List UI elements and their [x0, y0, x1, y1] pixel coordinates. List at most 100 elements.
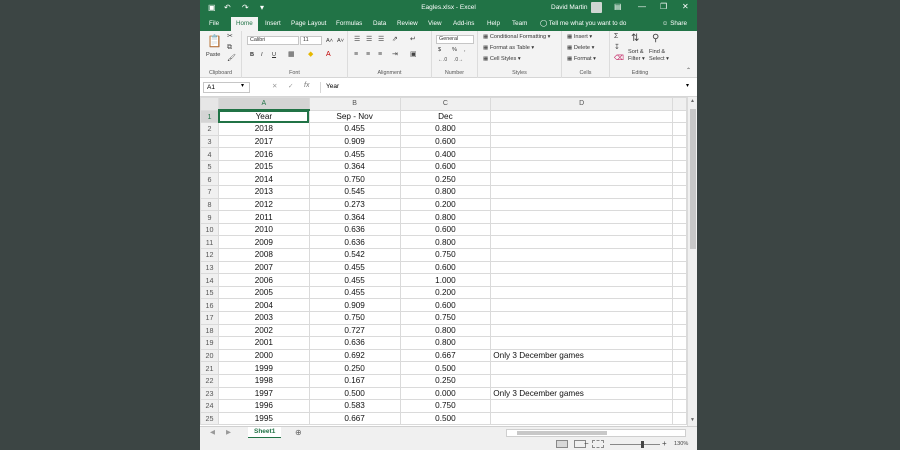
- minimize-icon[interactable]: —: [638, 2, 646, 11]
- column-header-a[interactable]: A: [217, 97, 310, 111]
- row-header[interactable]: 15: [200, 285, 219, 300]
- cell-d[interactable]: [490, 336, 673, 350]
- prev-sheet-icon[interactable]: ◀: [210, 428, 215, 436]
- cell-e[interactable]: [672, 285, 687, 300]
- comma-button[interactable]: ,: [464, 46, 466, 54]
- increase-decimal-icon[interactable]: ←.0: [438, 56, 447, 64]
- row-header[interactable]: 23: [200, 386, 219, 401]
- cell-d[interactable]: [490, 260, 673, 275]
- cell-a[interactable]: 2007: [217, 260, 310, 275]
- wrap-text-icon[interactable]: ↵: [410, 36, 416, 44]
- row-header[interactable]: 24: [200, 399, 219, 413]
- cell-b[interactable]: 0.636: [308, 336, 401, 350]
- cell-d[interactable]: [490, 210, 673, 224]
- fill-color-icon[interactable]: ◆: [308, 51, 313, 59]
- cell-c[interactable]: 0.800: [399, 235, 492, 250]
- align-center-icon[interactable]: ≡: [366, 51, 370, 59]
- add-sheet-button[interactable]: ⊕: [295, 428, 302, 437]
- cell-e[interactable]: [672, 134, 687, 149]
- percent-button[interactable]: %: [452, 46, 457, 54]
- cell-a[interactable]: 2012: [217, 197, 310, 212]
- cell-d[interactable]: Only 3 December games: [490, 348, 673, 363]
- cell-e[interactable]: [672, 210, 687, 224]
- tab-add-ins[interactable]: Add-ins: [453, 20, 474, 27]
- cell-e[interactable]: [672, 323, 687, 338]
- cell-d[interactable]: [490, 411, 673, 426]
- cell-b[interactable]: 0.583: [308, 399, 401, 413]
- cell-c[interactable]: 0.600: [399, 260, 492, 275]
- paste-icon[interactable]: 📋: [207, 35, 222, 48]
- vertical-scroll-thumb[interactable]: [690, 109, 696, 249]
- cell-c[interactable]: 0.200: [399, 197, 492, 212]
- cell-c[interactable]: 0.600: [399, 298, 492, 312]
- cell-d[interactable]: [490, 361, 673, 375]
- borders-icon[interactable]: ▦: [288, 51, 295, 59]
- orientation-icon[interactable]: ⇗: [392, 36, 398, 44]
- cell-a[interactable]: 2002: [217, 323, 310, 338]
- row-header[interactable]: 11: [200, 235, 219, 250]
- column-header-e[interactable]: [672, 97, 687, 111]
- cell-a[interactable]: 2011: [217, 210, 310, 224]
- align-bottom-icon[interactable]: ☰: [378, 36, 384, 44]
- cell-c[interactable]: 0.250: [399, 373, 492, 388]
- cell-b[interactable]: 0.542: [308, 248, 401, 262]
- row-header[interactable]: 7: [200, 185, 219, 199]
- cell-b[interactable]: 0.455: [308, 122, 401, 136]
- row-header[interactable]: 16: [200, 298, 219, 312]
- enter-icon[interactable]: ✓: [288, 82, 293, 90]
- cell-b[interactable]: 0.636: [308, 222, 401, 237]
- row-header[interactable]: 22: [200, 373, 219, 388]
- clear-icon[interactable]: ⌫: [614, 55, 624, 63]
- align-middle-icon[interactable]: ☰: [366, 36, 372, 44]
- zoom-level[interactable]: 130%: [674, 441, 688, 447]
- align-left-icon[interactable]: ≡: [354, 51, 358, 59]
- zoom-in-icon[interactable]: +: [662, 439, 667, 448]
- cell-a[interactable]: 2001: [217, 336, 310, 350]
- cell-e[interactable]: [672, 248, 687, 262]
- scroll-down-icon[interactable]: ▼: [690, 417, 695, 423]
- tab-page-layout[interactable]: Page Layout: [291, 20, 326, 27]
- row-header[interactable]: 8: [200, 197, 219, 212]
- zoom-slider-knob[interactable]: [641, 441, 644, 448]
- spreadsheet-grid[interactable]: A B C D 1 Year Sep - Nov Dec 2 2018 0.455 0.800…: [200, 97, 687, 426]
- cell-b[interactable]: 0.273: [308, 197, 401, 212]
- cell-e[interactable]: [672, 298, 687, 312]
- font-name-select[interactable]: Calibri: [247, 36, 299, 45]
- column-header-b[interactable]: B: [308, 97, 401, 111]
- cell-e[interactable]: [672, 197, 687, 212]
- row-header[interactable]: 1: [200, 109, 219, 124]
- select-all-corner[interactable]: [200, 97, 219, 111]
- cell-b[interactable]: 0.455: [308, 260, 401, 275]
- cell-c[interactable]: 0.400: [399, 147, 492, 161]
- cell-a[interactable]: 1995: [217, 411, 310, 426]
- sort-filter-icon[interactable]: ⇅: [631, 33, 639, 44]
- cell-b[interactable]: 0.909: [308, 134, 401, 149]
- cell-a[interactable]: 2018: [217, 122, 310, 136]
- tab-team[interactable]: Team: [512, 20, 527, 27]
- cell-d[interactable]: [490, 235, 673, 250]
- cell-b[interactable]: 0.455: [308, 147, 401, 161]
- font-size-select[interactable]: 11: [300, 36, 322, 45]
- cell-c[interactable]: 0.250: [399, 172, 492, 187]
- cell-c[interactable]: 0.750: [399, 311, 492, 325]
- cell-a[interactable]: 2016: [217, 147, 310, 161]
- cell-c[interactable]: 0.800: [399, 122, 492, 136]
- cell-d[interactable]: [490, 222, 673, 237]
- restore-icon[interactable]: ❐: [660, 2, 667, 11]
- cancel-icon[interactable]: ✕: [272, 82, 277, 90]
- cell-d[interactable]: [490, 185, 673, 199]
- cell-b[interactable]: 0.455: [308, 273, 401, 287]
- cell-e[interactable]: [672, 260, 687, 275]
- align-right-icon[interactable]: ≡: [378, 51, 382, 59]
- cell-a[interactable]: 2008: [217, 248, 310, 262]
- row-header[interactable]: 13: [200, 260, 219, 275]
- cell-a[interactable]: 1996: [217, 399, 310, 413]
- cell-d[interactable]: [490, 273, 673, 287]
- cell-e[interactable]: [672, 222, 687, 237]
- paste-button[interactable]: Paste: [206, 51, 220, 59]
- cell-d[interactable]: [490, 134, 673, 149]
- user-name[interactable]: David Martin: [551, 4, 587, 11]
- grow-font-button[interactable]: A˄: [326, 37, 333, 45]
- row-header[interactable]: 14: [200, 273, 219, 287]
- cell-a[interactable]: 2003: [217, 311, 310, 325]
